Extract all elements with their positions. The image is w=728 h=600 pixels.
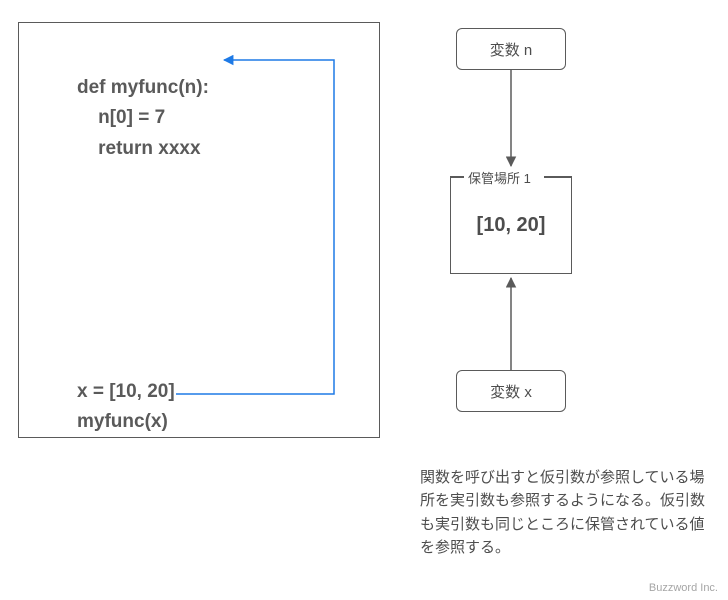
code-line: myfunc(x): [77, 411, 168, 432]
code-line: def myfunc(n):: [77, 77, 209, 98]
code-definition: def myfunc(n): n[0] = 7 return xxxx: [77, 73, 209, 164]
caption-text: 関数を呼び出すと仮引数が参照している場所を実引数も参照するようになる。仮引数も実…: [420, 466, 710, 559]
code-line: return xxxx: [77, 138, 201, 159]
credit-text: Buzzword Inc.: [649, 582, 718, 594]
code-line: n[0] = 7: [77, 107, 165, 128]
variable-n-label: 変数 n: [490, 39, 533, 60]
diagram-canvas: def myfunc(n): n[0] = 7 return xxxx x = …: [0, 0, 728, 600]
variable-x-box: 変数 x: [456, 370, 566, 412]
storage-value: [10, 20]: [450, 168, 572, 274]
code-line: x = [10, 20]: [77, 381, 175, 402]
storage-box: 保管場所 1 [10, 20]: [450, 168, 572, 274]
code-box: def myfunc(n): n[0] = 7 return xxxx x = …: [18, 22, 380, 438]
code-call: x = [10, 20] myfunc(x): [77, 377, 175, 438]
variable-n-box: 変数 n: [456, 28, 566, 70]
variable-x-label: 変数 x: [490, 381, 532, 402]
